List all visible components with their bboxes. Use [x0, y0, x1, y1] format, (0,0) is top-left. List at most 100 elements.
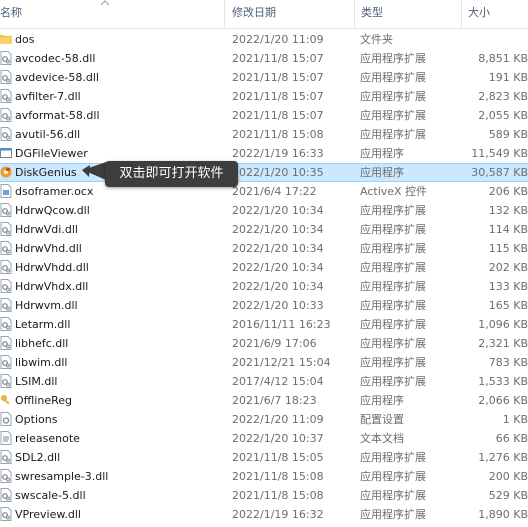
column-separator[interactable]: [354, 0, 355, 28]
file-size: 783 KB: [488, 356, 528, 369]
file-row[interactable]: Letarm.dll 2016/11/11 16:23 应用程序扩展 1,096 KB: [0, 315, 528, 334]
file-row[interactable]: avutil-56.dll 2021/11/8 15:08 应用程序扩展 589 KB: [0, 125, 528, 144]
file-name: releasenote: [15, 432, 80, 445]
file-row[interactable]: OfflineReg 2021/6/7 18:23 应用程序 2,066 KB: [0, 391, 528, 410]
dll-icon: [0, 222, 12, 236]
dll-icon: [0, 336, 12, 350]
file-date: 2022/1/20 10:35: [232, 166, 324, 179]
file-size: 1,276 KB: [478, 451, 528, 464]
file-row[interactable]: swresample-3.dll 2021/11/8 15:08 应用程序扩展 200…: [0, 467, 528, 486]
file-date: 2016/11/11 16:23: [232, 318, 331, 331]
file-size: 1,533 KB: [478, 375, 528, 388]
column-name[interactable]: 名称: [0, 0, 22, 28]
column-separator[interactable]: [461, 0, 462, 28]
file-row[interactable]: LSIM.dll 2017/4/12 15:04 应用程序扩展 1,533 KB: [0, 372, 528, 391]
file-name: HdrwQcow.dll: [15, 204, 90, 217]
file-date: 2021/6/7 18:23: [232, 394, 317, 407]
sort-up-icon: [100, 0, 110, 6]
column-type[interactable]: 类型: [361, 0, 383, 28]
file-date: 2021/11/8 15:05: [232, 451, 324, 464]
file-size: 1,096 KB: [478, 318, 528, 331]
file-row[interactable]: HdrwQcow.dll 2022/1/20 10:34 应用程序扩展 132 KB: [0, 201, 528, 220]
file-row[interactable]: VPreview.dll 2022/1/19 16:32 应用程序扩展 1,890 K…: [0, 505, 528, 524]
file-date: 2021/12/21 15:04: [232, 356, 331, 369]
file-name: HdrwVhdd.dll: [15, 261, 89, 274]
file-size: 115 KB: [488, 242, 528, 255]
config-icon: [0, 412, 12, 426]
file-name: swresample-3.dll: [15, 470, 109, 483]
dll-icon: [0, 298, 12, 312]
file-size: 165 KB: [488, 299, 528, 312]
file-name: HdrwVhdx.dll: [15, 280, 89, 293]
file-row[interactable]: libwim.dll 2021/12/21 15:04 应用程序扩展 783 KB: [0, 353, 528, 372]
dll-icon: [0, 260, 12, 274]
file-name: HdrwVhd.dll: [15, 242, 82, 255]
file-size: 191 KB: [488, 71, 528, 84]
file-date: 2021/11/8 15:07: [232, 90, 324, 103]
file-row[interactable]: avfilter-7.dll 2021/11/8 15:07 应用程序扩展 2,823…: [0, 87, 528, 106]
file-list: dos 2022/1/20 11:09 文件夹 avcodec-58.dll 2021/…: [0, 30, 528, 524]
file-size: 8,851 KB: [478, 52, 528, 65]
column-date[interactable]: 修改日期: [232, 0, 276, 28]
file-date: 2021/11/8 15:07: [232, 109, 324, 122]
file-date: 2021/11/8 15:08: [232, 489, 324, 502]
file-row[interactable]: libhefc.dll 2021/6/9 17:06 应用程序扩展 2,321 KB: [0, 334, 528, 353]
file-date: 2022/1/20 10:33: [232, 299, 324, 312]
file-date: 2021/6/4 17:22: [232, 185, 317, 198]
file-date: 2021/11/8 15:08: [232, 128, 324, 141]
file-row[interactable]: HdrwVhd.dll 2022/1/20 10:34 应用程序扩展 115 KB: [0, 239, 528, 258]
file-size: 589 KB: [488, 128, 528, 141]
dll-icon: [0, 317, 12, 331]
file-row[interactable]: HdrwVdi.dll 2022/1/20 10:34 应用程序扩展 114 KB: [0, 220, 528, 239]
file-date: 2022/1/20 10:34: [232, 280, 324, 293]
dll-icon: [0, 203, 12, 217]
file-date: 2021/11/8 15:07: [232, 71, 324, 84]
file-type: 文件夹: [360, 33, 393, 46]
ocx-icon: [0, 184, 12, 198]
column-size[interactable]: 大小: [468, 0, 490, 28]
file-date: 2022/1/19 16:33: [232, 147, 324, 160]
file-date: 2022/1/20 10:34: [232, 204, 324, 217]
file-row[interactable]: SDL2.dll 2021/11/8 15:05 应用程序扩展 1,276 KB: [0, 448, 528, 467]
file-size: 2,055 KB: [478, 109, 528, 122]
file-date: 2021/11/8 15:07: [232, 52, 324, 65]
file-row[interactable]: HdrwVhdx.dll 2022/1/20 10:34 应用程序扩展 133 KB: [0, 277, 528, 296]
file-size: 2,321 KB: [478, 337, 528, 350]
dll-icon: [0, 127, 12, 141]
file-row[interactable]: avcodec-58.dll 2021/11/8 15:07 应用程序扩展 8,851…: [0, 49, 528, 68]
file-row[interactable]: swscale-5.dll 2021/11/8 15:08 应用程序扩展 529 KB: [0, 486, 528, 505]
dll-icon: [0, 51, 12, 65]
file-row[interactable]: releasenote 2022/1/20 10:37 文本文档 66 KB: [0, 429, 528, 448]
file-row[interactable]: avdevice-58.dll 2021/11/8 15:07 应用程序扩展 191 …: [0, 68, 528, 87]
file-date: 2022/1/20 11:09: [232, 33, 324, 46]
dll-icon: [0, 355, 12, 369]
file-name: Letarm.dll: [15, 318, 71, 331]
file-row[interactable]: dos 2022/1/20 11:09 文件夹: [0, 30, 528, 49]
text-icon: [0, 431, 12, 445]
file-name: avutil-56.dll: [15, 128, 81, 141]
file-name: HdrwVdi.dll: [15, 223, 78, 236]
app-icon: [0, 146, 12, 160]
file-row[interactable]: Options 2022/1/20 11:09 配置设置 1 KB: [0, 410, 528, 429]
file-name: LSIM.dll: [15, 375, 58, 388]
dll-icon: [0, 279, 12, 293]
file-size: 1 KB: [502, 413, 528, 426]
file-name: swscale-5.dll: [15, 489, 86, 502]
file-size: 133 KB: [488, 280, 528, 293]
file-row[interactable]: avformat-58.dll 2021/11/8 15:07 应用程序扩展 2,05…: [0, 106, 528, 125]
file-size: 30,587 KB: [471, 166, 528, 179]
file-row[interactable]: Hdrwvm.dll 2022/1/20 10:33 应用程序扩展 165 KB: [0, 296, 528, 315]
key-icon: [0, 393, 12, 407]
column-header: 名称 修改日期 类型 大小: [0, 0, 528, 29]
file-size: 132 KB: [488, 204, 528, 217]
dll-icon: [0, 469, 12, 483]
column-separator[interactable]: [224, 0, 225, 28]
file-name: libhefc.dll: [15, 337, 69, 350]
dll-icon: [0, 374, 12, 388]
folder-icon: [0, 32, 12, 46]
file-date: 2022/1/20 10:34: [232, 261, 324, 274]
dll-icon: [0, 241, 12, 255]
file-row[interactable]: HdrwVhdd.dll 2022/1/20 10:34 应用程序扩展 202 KB: [0, 258, 528, 277]
file-size: 2,066 KB: [478, 394, 528, 407]
file-size: 206 KB: [488, 185, 528, 198]
